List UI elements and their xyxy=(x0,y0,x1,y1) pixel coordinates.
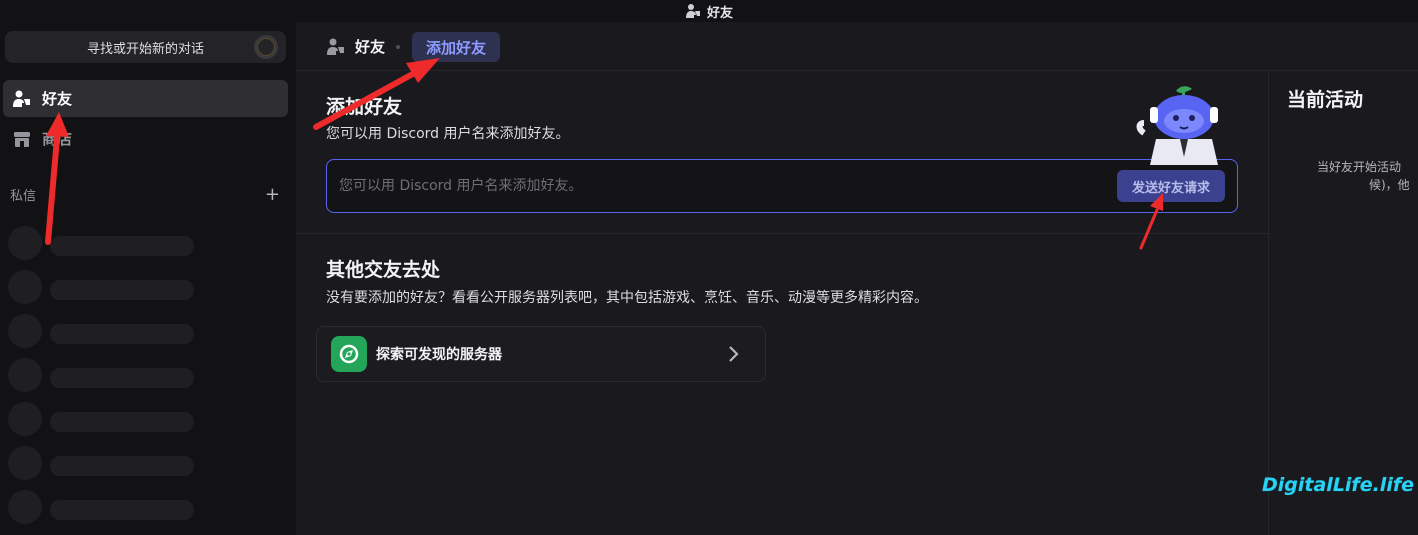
avatar-placeholder xyxy=(8,226,42,260)
dm-placeholder-row xyxy=(8,226,198,260)
active-now-title: 当前活动 xyxy=(1287,89,1364,111)
name-placeholder xyxy=(50,280,194,300)
compass-icon xyxy=(331,336,367,372)
find-conversation-label: 寻找或开始新的对话 xyxy=(86,41,204,57)
add-friend-field: 发送好友请求 xyxy=(326,159,1238,213)
name-placeholder xyxy=(50,500,194,520)
friends-header: 好友 xyxy=(326,36,385,57)
avatar-placeholder xyxy=(8,490,42,524)
send-friend-request-button[interactable]: 发送好友请求 xyxy=(1117,170,1225,202)
window-title: 好友 xyxy=(706,5,733,21)
watermark: DigitalLife.life xyxy=(1262,474,1414,496)
dm-placeholder-row xyxy=(8,402,198,436)
sidebar: 寻找或开始新的对话 好友 商店 私信 + xyxy=(0,22,296,535)
shop-icon xyxy=(14,131,30,147)
dm-header-label: 私信 xyxy=(10,189,37,204)
separator-dot xyxy=(396,45,400,49)
sidebar-item-friends[interactable]: 好友 xyxy=(3,80,288,117)
name-placeholder xyxy=(50,236,194,256)
dm-placeholder-row xyxy=(8,314,198,348)
name-placeholder xyxy=(50,324,194,344)
username-input[interactable] xyxy=(339,172,1099,200)
dm-placeholder-row xyxy=(8,446,198,480)
name-placeholder xyxy=(50,368,194,388)
friends-header-bar: 好友 添加好友 xyxy=(296,22,1418,71)
dm-placeholder-row xyxy=(8,358,198,392)
avatar-placeholder xyxy=(8,446,42,480)
add-friend-subtitle: 您可以用 Discord 用户名来添加好友。 xyxy=(326,126,570,142)
avatar-placeholder xyxy=(8,270,42,304)
chevron-right-icon xyxy=(729,346,739,362)
wumpus-mascot-icon xyxy=(1136,86,1218,165)
explore-servers-card[interactable]: 探索可发现的服务器 xyxy=(316,326,766,382)
active-now-text: 当好友开始活动 xyxy=(1317,160,1402,174)
avatar-placeholder xyxy=(8,358,42,392)
add-dm-icon[interactable]: + xyxy=(265,184,280,205)
other-places-title: 其他交友去处 xyxy=(326,259,441,281)
main-content: 添加好友 您可以用 Discord 用户名来添加好友。 发送好友请求 其他交友去… xyxy=(296,71,1268,535)
avatar-placeholder xyxy=(8,402,42,436)
dm-placeholder-row xyxy=(8,490,198,524)
sidebar-item-label: 好友 xyxy=(42,90,73,108)
dm-placeholder-row xyxy=(8,270,198,304)
other-places-subtitle: 没有要添加的好友？看看公开服务器列表吧，其中包括游戏、烹饪、音乐、动漫等更多精彩… xyxy=(326,290,928,306)
name-placeholder xyxy=(50,456,194,476)
avatar-placeholder xyxy=(8,314,42,348)
name-placeholder xyxy=(50,412,194,432)
tab-add-friend[interactable]: 添加好友 xyxy=(412,32,500,62)
sidebar-item-shop[interactable]: 商店 xyxy=(3,120,288,157)
friends-icon xyxy=(685,4,700,18)
friends-icon xyxy=(13,90,30,107)
active-now-text-cont: 候)，他 xyxy=(1369,178,1410,192)
add-friend-title: 添加好友 xyxy=(326,96,403,118)
friends-icon xyxy=(327,38,344,55)
window-titlebar: 好友 xyxy=(0,0,1418,22)
explore-servers-label: 探索可发现的服务器 xyxy=(376,347,502,363)
section-divider xyxy=(296,233,1268,234)
active-now-panel: 当前活动 当好友开始活动 候)，他 xyxy=(1268,71,1418,535)
status-ring-icon xyxy=(254,35,278,59)
direct-messages-header: 私信 + xyxy=(10,184,280,205)
find-conversation-button[interactable]: 寻找或开始新的对话 xyxy=(5,31,286,63)
friends-header-label: 好友 xyxy=(355,38,386,56)
sidebar-item-label: 商店 xyxy=(42,130,73,148)
